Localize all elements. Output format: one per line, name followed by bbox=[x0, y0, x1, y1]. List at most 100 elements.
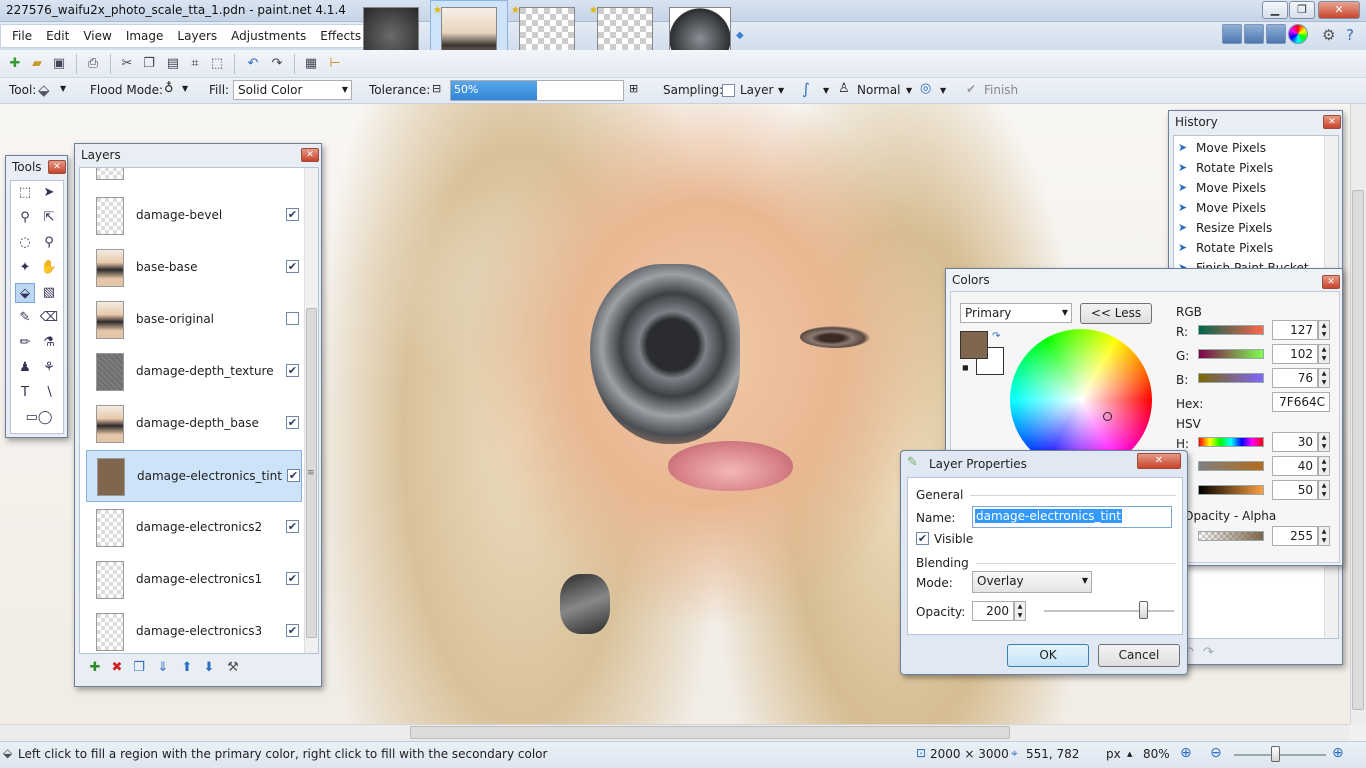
clone-stamp-icon[interactable]: ♟ bbox=[15, 358, 35, 378]
layer-visibility-checkbox[interactable]: ✔ bbox=[286, 416, 299, 429]
layer-visibility-checkbox[interactable]: ✔ bbox=[286, 624, 299, 637]
colors-toggle-icon[interactable] bbox=[1288, 24, 1308, 44]
menu-file[interactable]: File bbox=[5, 25, 39, 47]
visible-checkbox[interactable]: ✔ bbox=[916, 532, 929, 545]
hex-input[interactable]: 7F664C bbox=[1272, 392, 1330, 412]
colors-close-button[interactable]: ✕ bbox=[1322, 275, 1340, 289]
layer-visibility-checkbox[interactable]: ✔ bbox=[286, 364, 299, 377]
add-layer-icon[interactable]: ✚ bbox=[87, 660, 103, 676]
flood-mode-icon[interactable]: ♁ bbox=[164, 81, 174, 96]
cancel-button[interactable]: Cancel bbox=[1098, 644, 1180, 667]
rectangle-select-icon[interactable]: ⬚ bbox=[15, 183, 35, 203]
reset-colors-icon[interactable]: ◼ bbox=[962, 363, 969, 372]
lasso-select-icon[interactable]: ⚲ bbox=[15, 208, 35, 228]
layer-row[interactable]: damage-depth_texture ✔ bbox=[86, 346, 302, 398]
layer-visibility-checkbox[interactable] bbox=[286, 312, 299, 325]
blend-mode-value[interactable]: Normal bbox=[857, 83, 900, 97]
saturation-spinner[interactable]: ▲ ▼ bbox=[1318, 456, 1330, 476]
layer-visibility-checkbox[interactable]: ✔ bbox=[287, 469, 300, 482]
chevron-down-icon[interactable]: ▼ bbox=[906, 86, 912, 95]
shapes-icon[interactable]: ▭◯ bbox=[21, 408, 57, 428]
recolor-icon[interactable]: ⚘ bbox=[39, 358, 59, 378]
horizontal-scroll-thumb[interactable] bbox=[410, 726, 1010, 739]
chevron-down-icon[interactable]: ▼ bbox=[182, 84, 188, 93]
swap-colors-icon[interactable]: ↷ bbox=[992, 331, 1000, 342]
hue-spinner[interactable]: ▲ ▼ bbox=[1318, 432, 1330, 452]
red-input[interactable]: 127 bbox=[1272, 320, 1318, 340]
blue-spinner[interactable]: ▲ ▼ bbox=[1318, 368, 1330, 388]
paint-bucket-icon[interactable]: ⬙ bbox=[38, 81, 50, 99]
paste-icon[interactable]: ▤ bbox=[164, 55, 182, 73]
close-button[interactable]: ✕ bbox=[1318, 1, 1360, 19]
ok-button[interactable]: OK bbox=[1007, 644, 1089, 667]
history-item[interactable]: ➤ Move Pixels bbox=[1178, 138, 1266, 158]
deselect-icon[interactable]: ⬚ bbox=[208, 55, 226, 73]
menu-edit[interactable]: Edit bbox=[39, 25, 76, 47]
settings-gear-icon[interactable]: ⚙ bbox=[1322, 26, 1335, 44]
open-folder-icon[interactable]: ▰ bbox=[28, 55, 46, 73]
alpha-spinner[interactable]: ▲ ▼ bbox=[1318, 526, 1330, 546]
history-item[interactable]: ➤ Resize Pixels bbox=[1178, 218, 1272, 238]
menu-layers[interactable]: Layers bbox=[170, 25, 224, 47]
opacity-slider-thumb[interactable] bbox=[1139, 601, 1148, 619]
minimize-button[interactable]: ▁ bbox=[1262, 1, 1288, 19]
copy-icon[interactable]: ❐ bbox=[140, 55, 158, 73]
hue-slider[interactable] bbox=[1198, 437, 1264, 447]
text-icon[interactable]: T bbox=[15, 383, 35, 403]
layer-visibility-checkbox[interactable]: ✔ bbox=[286, 520, 299, 533]
saturation-slider[interactable] bbox=[1198, 461, 1264, 471]
tolerance-increase-icon[interactable]: ⊞ bbox=[629, 82, 638, 95]
green-input[interactable]: 102 bbox=[1272, 344, 1318, 364]
value-input[interactable]: 50 bbox=[1272, 480, 1318, 500]
color-picker-icon[interactable]: ⚗ bbox=[39, 333, 59, 353]
layer-visibility-checkbox[interactable]: ✔ bbox=[286, 208, 299, 221]
vertical-scroll-thumb[interactable] bbox=[1352, 190, 1364, 710]
chevron-down-icon[interactable]: ▼ bbox=[940, 86, 946, 95]
fill-dropdown[interactable]: Solid Color ▼ bbox=[233, 80, 352, 100]
blend-mode-icon[interactable]: ♙ bbox=[838, 81, 850, 96]
save-icon[interactable]: ▣ bbox=[50, 55, 68, 73]
chevron-down-icon[interactable]: ▼ bbox=[778, 86, 784, 95]
chevron-down-icon[interactable]: ▼ bbox=[823, 86, 829, 95]
alpha-slider[interactable] bbox=[1198, 531, 1264, 541]
layer-row[interactable]: base-base ✔ bbox=[86, 242, 302, 294]
zoom-level[interactable]: 80% bbox=[1143, 747, 1170, 761]
ruler-icon[interactable]: ⊢ bbox=[326, 55, 344, 73]
layer-row[interactable]: damage-electronics2 ✔ bbox=[86, 502, 302, 554]
green-slider[interactable] bbox=[1198, 349, 1264, 359]
history-close-button[interactable]: ✕ bbox=[1323, 115, 1341, 129]
pan-hand-icon[interactable]: ✋ bbox=[39, 258, 59, 278]
alpha-input[interactable]: 255 bbox=[1272, 526, 1318, 546]
zoom-in-icon[interactable]: ⊕ bbox=[1332, 745, 1344, 761]
tolerance-slider[interactable]: 50% bbox=[450, 80, 624, 101]
blend-mode-dropdown[interactable]: Overlay ▼ bbox=[972, 571, 1092, 593]
layer-visibility-checkbox[interactable]: ✔ bbox=[286, 572, 299, 585]
layers-close-button[interactable]: ✕ bbox=[301, 148, 319, 162]
move-layer-up-icon[interactable]: ⬆ bbox=[179, 660, 195, 676]
layer-properties-icon[interactable]: ⚒ bbox=[225, 660, 241, 676]
new-image-icon[interactable]: ✚ bbox=[6, 55, 24, 73]
zoom-icon[interactable]: ⚲ bbox=[39, 233, 59, 253]
primary-secondary-dropdown[interactable]: Primary ▼ bbox=[960, 303, 1072, 323]
cut-icon[interactable]: ✂ bbox=[118, 55, 136, 73]
chevron-down-icon[interactable]: ▼ bbox=[60, 84, 66, 93]
undo-icon[interactable]: ↶ bbox=[244, 55, 262, 73]
menu-image[interactable]: Image bbox=[119, 25, 171, 47]
maximize-button[interactable]: ❐ bbox=[1289, 1, 1315, 19]
merge-layer-down-icon[interactable]: ⇓ bbox=[155, 660, 171, 676]
opacity-slider-track[interactable] bbox=[1044, 610, 1174, 612]
layer-row[interactable]: base-original bbox=[86, 294, 302, 346]
history-toggle-icon[interactable] bbox=[1244, 24, 1264, 44]
tolerance-decrease-icon[interactable]: ⊟ bbox=[432, 82, 441, 95]
layers-scrollbar[interactable]: ≡ bbox=[304, 168, 318, 653]
move-layer-down-icon[interactable]: ⬇ bbox=[201, 660, 217, 676]
gradient-icon[interactable]: ▧ bbox=[39, 283, 59, 303]
duplicate-layer-icon[interactable]: ❐ bbox=[131, 660, 147, 676]
primary-color-swatch[interactable] bbox=[960, 331, 988, 359]
delete-layer-icon[interactable]: ✖ bbox=[109, 660, 125, 676]
history-item[interactable]: ➤ Rotate Pixels bbox=[1178, 238, 1273, 258]
layers-toggle-icon[interactable] bbox=[1266, 24, 1286, 44]
layer-name-input[interactable]: damage-electronics_tint bbox=[972, 506, 1172, 528]
finish-button[interactable]: Finish bbox=[984, 83, 1018, 97]
tools-toggle-icon[interactable] bbox=[1222, 24, 1242, 44]
